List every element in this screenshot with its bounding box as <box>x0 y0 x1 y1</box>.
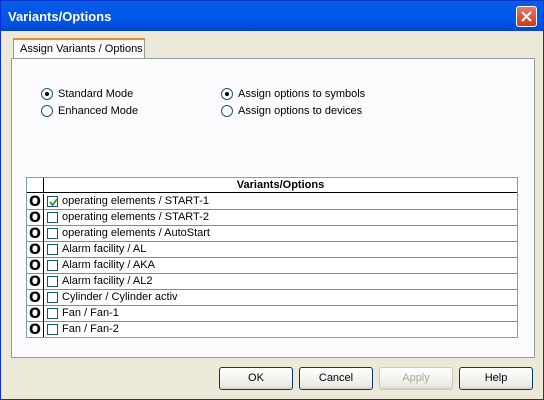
grid-corner <box>27 178 44 193</box>
help-button[interactable]: Help <box>459 367 533 390</box>
window-title: Variants/Options <box>8 9 112 24</box>
radio-button[interactable] <box>221 105 233 117</box>
row-checkbox[interactable] <box>47 196 58 207</box>
table-row[interactable]: O Alarm facility / AL2 <box>27 274 517 290</box>
close-button[interactable] <box>516 6 537 27</box>
row-label: Cylinder / Cylinder activ <box>62 291 178 303</box>
radio-assign-symbols[interactable]: Assign options to symbols <box>221 88 365 100</box>
radio-button[interactable] <box>221 88 233 100</box>
variants-options-grid[interactable]: Variants/Options O operating elements / … <box>26 177 518 338</box>
row-marker: O <box>27 274 44 290</box>
row-marker: O <box>27 258 44 274</box>
title-bar[interactable]: Variants/Options <box>1 1 543 31</box>
radio-label: Assign options to devices <box>238 105 363 117</box>
table-row[interactable]: O Fan / Fan-2 <box>27 322 517 337</box>
table-row[interactable]: O operating elements / START-2 <box>27 210 517 226</box>
row-label: Alarm facility / AKA <box>62 259 155 271</box>
radio-standard-mode[interactable]: Standard Mode <box>41 88 133 100</box>
ok-button[interactable]: OK <box>219 367 293 390</box>
row-checkbox[interactable] <box>47 228 58 239</box>
row-marker: O <box>27 226 44 242</box>
dialog-window: Variants/Options Assign Variants / Optio… <box>0 0 544 400</box>
grid-header: Variants/Options <box>27 178 517 193</box>
table-row[interactable]: O operating elements / START-1 <box>27 194 517 210</box>
row-label: Fan / Fan-2 <box>62 323 119 335</box>
radio-label: Enhanced Mode <box>58 105 139 117</box>
radio-button[interactable] <box>41 105 53 117</box>
row-label: Alarm facility / AL <box>62 243 147 255</box>
table-row[interactable]: O operating elements / AutoStart <box>27 226 517 242</box>
row-marker: O <box>27 290 44 306</box>
close-icon <box>521 11 532 22</box>
row-checkbox[interactable] <box>47 212 58 223</box>
row-checkbox[interactable] <box>47 292 58 303</box>
row-label: operating elements / START-1 <box>62 195 209 207</box>
grid-column-header[interactable]: Variants/Options <box>44 179 517 191</box>
row-label: operating elements / AutoStart <box>62 227 210 239</box>
row-checkbox[interactable] <box>47 276 58 287</box>
row-label: Alarm facility / AL2 <box>62 275 153 287</box>
radio-label: Assign options to symbols <box>238 88 366 100</box>
radio-label: Standard Mode <box>58 88 134 100</box>
row-label: operating elements / START-2 <box>62 211 209 223</box>
row-marker: O <box>27 306 44 322</box>
row-marker: O <box>27 210 44 226</box>
row-checkbox[interactable] <box>47 244 58 255</box>
row-checkbox[interactable] <box>47 324 58 335</box>
table-row[interactable]: O Cylinder / Cylinder activ <box>27 290 517 306</box>
row-checkbox[interactable] <box>47 260 58 271</box>
row-checkbox[interactable] <box>47 308 58 319</box>
radio-enhanced-mode[interactable]: Enhanced Mode <box>41 105 138 117</box>
tab-assign-variants[interactable]: Assign Variants / Options <box>13 38 145 59</box>
apply-button[interactable]: Apply <box>379 367 453 390</box>
row-marker: O <box>27 242 44 258</box>
radio-assign-devices[interactable]: Assign options to devices <box>221 105 362 117</box>
row-label: Fan / Fan-1 <box>62 307 119 319</box>
row-marker: O <box>27 322 44 337</box>
table-row[interactable]: O Fan / Fan-1 <box>27 306 517 322</box>
checkmark-icon <box>49 198 58 207</box>
table-row[interactable]: O Alarm facility / AL <box>27 242 517 258</box>
radio-button[interactable] <box>41 88 53 100</box>
table-row[interactable]: O Alarm facility / AKA <box>27 258 517 274</box>
cancel-button[interactable]: Cancel <box>299 367 373 390</box>
row-marker: O <box>27 194 44 210</box>
